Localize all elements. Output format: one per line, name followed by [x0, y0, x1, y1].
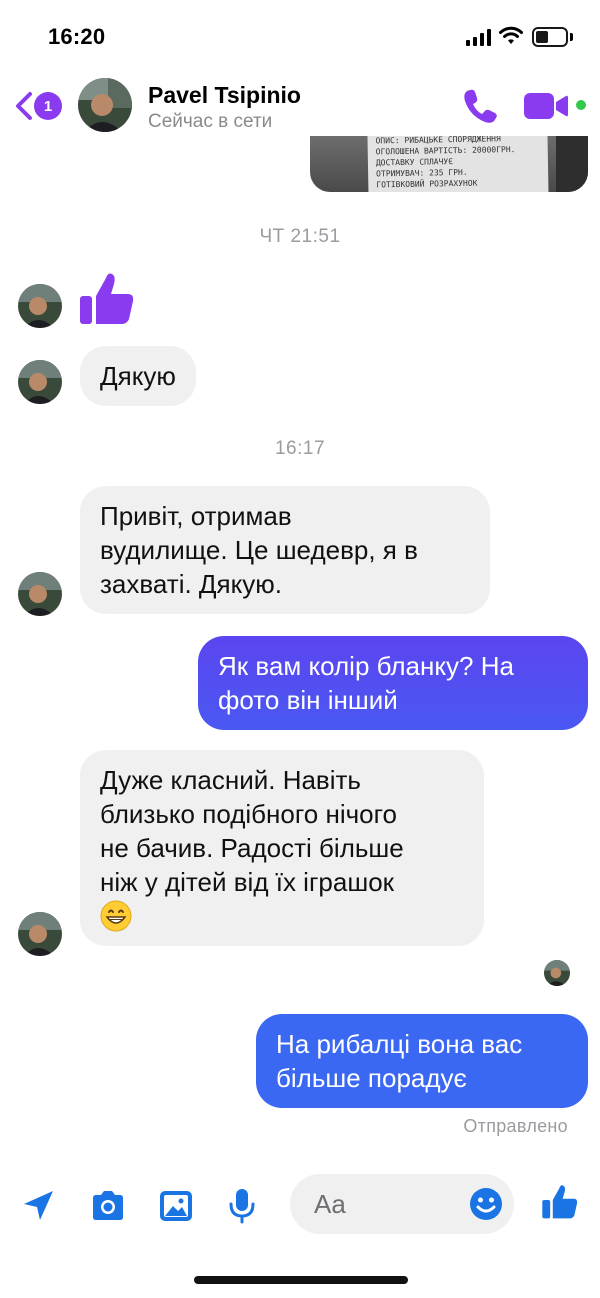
unread-badge: 1	[34, 92, 62, 120]
message-text-line: не бачив. Радості більше	[100, 833, 404, 863]
like-button[interactable]	[540, 1182, 580, 1222]
photo-text-line: ГОТІВКОВИЙ РОЗРАХУНОК	[376, 178, 478, 190]
message-text-line: захваті. Дякую.	[100, 569, 282, 599]
photo-message[interactable]: ОПИС: РИБАЦЬКЕ СПОРЯДЖЕННЯ ОГОЛОШЕНА ВАР…	[310, 136, 588, 192]
message-input[interactable]	[314, 1188, 464, 1220]
phone-icon[interactable]	[460, 86, 500, 126]
message-text-line: На рибалці вона вас	[276, 1029, 523, 1059]
chat-area: ОПИС: РИБАЦЬКЕ СПОРЯДЖЕННЯ ОГОЛОШЕНА ВАР…	[0, 0, 600, 1298]
message-text-line: близько подібного нічого	[100, 799, 397, 829]
message-outgoing[interactable]: Як вам колір бланку? На фото він інший	[198, 636, 588, 730]
location-arrow-icon	[24, 1191, 53, 1220]
avatar[interactable]	[18, 284, 62, 328]
thumbs-up-icon	[80, 273, 134, 324]
thumbs-up-icon	[542, 1185, 578, 1219]
microphone-button[interactable]	[222, 1186, 262, 1226]
camera-icon	[93, 1191, 123, 1220]
timestamp: 16:17	[274, 438, 326, 459]
location-button[interactable]	[18, 1186, 58, 1226]
message-outgoing[interactable]: На рибалці вона вас більше порадує	[256, 1014, 588, 1108]
online-indicator	[574, 98, 588, 112]
message-incoming[interactable]: Привіт, отримав вудилище. Це шедевр, я в…	[80, 486, 490, 614]
photo-document: ОПИС: РИБАЦЬКЕ СПОРЯДЖЕННЯ ОГОЛОШЕНА ВАР…	[367, 136, 549, 192]
image-icon	[160, 1191, 192, 1221]
read-receipt-avatar	[544, 960, 570, 986]
contact-status: Сейчас в сети	[148, 111, 273, 132]
message-incoming[interactable]: Дякую	[80, 346, 196, 406]
message-incoming[interactable]: Дуже класний. Навіть близько подібного н…	[80, 750, 484, 946]
microphone-icon	[229, 1189, 255, 1224]
back-button[interactable]: 1	[10, 84, 66, 128]
contact-avatar[interactable]	[78, 78, 132, 132]
composer-bar	[0, 1172, 600, 1244]
chevron-left-icon	[16, 92, 32, 120]
message-text-line: Привіт, отримав	[100, 501, 292, 531]
timestamp: ЧТ 21:51	[259, 226, 341, 247]
message-text-line: ніж у дітей від їх іграшок	[100, 867, 395, 897]
contact-name[interactable]: Pavel Tsipinio	[148, 82, 301, 109]
conversation-header: 1 Pavel Tsipinio Сейчас в сети	[0, 76, 600, 136]
gallery-button[interactable]	[156, 1186, 196, 1226]
video-camera-icon[interactable]	[524, 90, 570, 122]
sent-status: Отправлено	[463, 1116, 568, 1136]
grinning-emoji-icon	[100, 899, 464, 933]
message-text-line: Як вам колір бланку? На	[218, 651, 514, 681]
home-indicator	[194, 1276, 408, 1284]
message-text-line: Дуже класний. Навіть	[100, 765, 361, 795]
message-input-box[interactable]	[290, 1174, 514, 1234]
avatar[interactable]	[18, 360, 62, 404]
smiley-icon[interactable]	[468, 1186, 504, 1222]
camera-button[interactable]	[88, 1186, 128, 1226]
message-text-line: фото він інший	[218, 685, 398, 715]
avatar[interactable]	[18, 572, 62, 616]
avatar[interactable]	[18, 912, 62, 956]
message-text: Дякую	[100, 361, 176, 391]
photo-edge	[556, 136, 588, 192]
message-text-line: вудилище. Це шедевр, я в	[100, 535, 418, 565]
message-text-line: більше порадує	[276, 1063, 467, 1093]
